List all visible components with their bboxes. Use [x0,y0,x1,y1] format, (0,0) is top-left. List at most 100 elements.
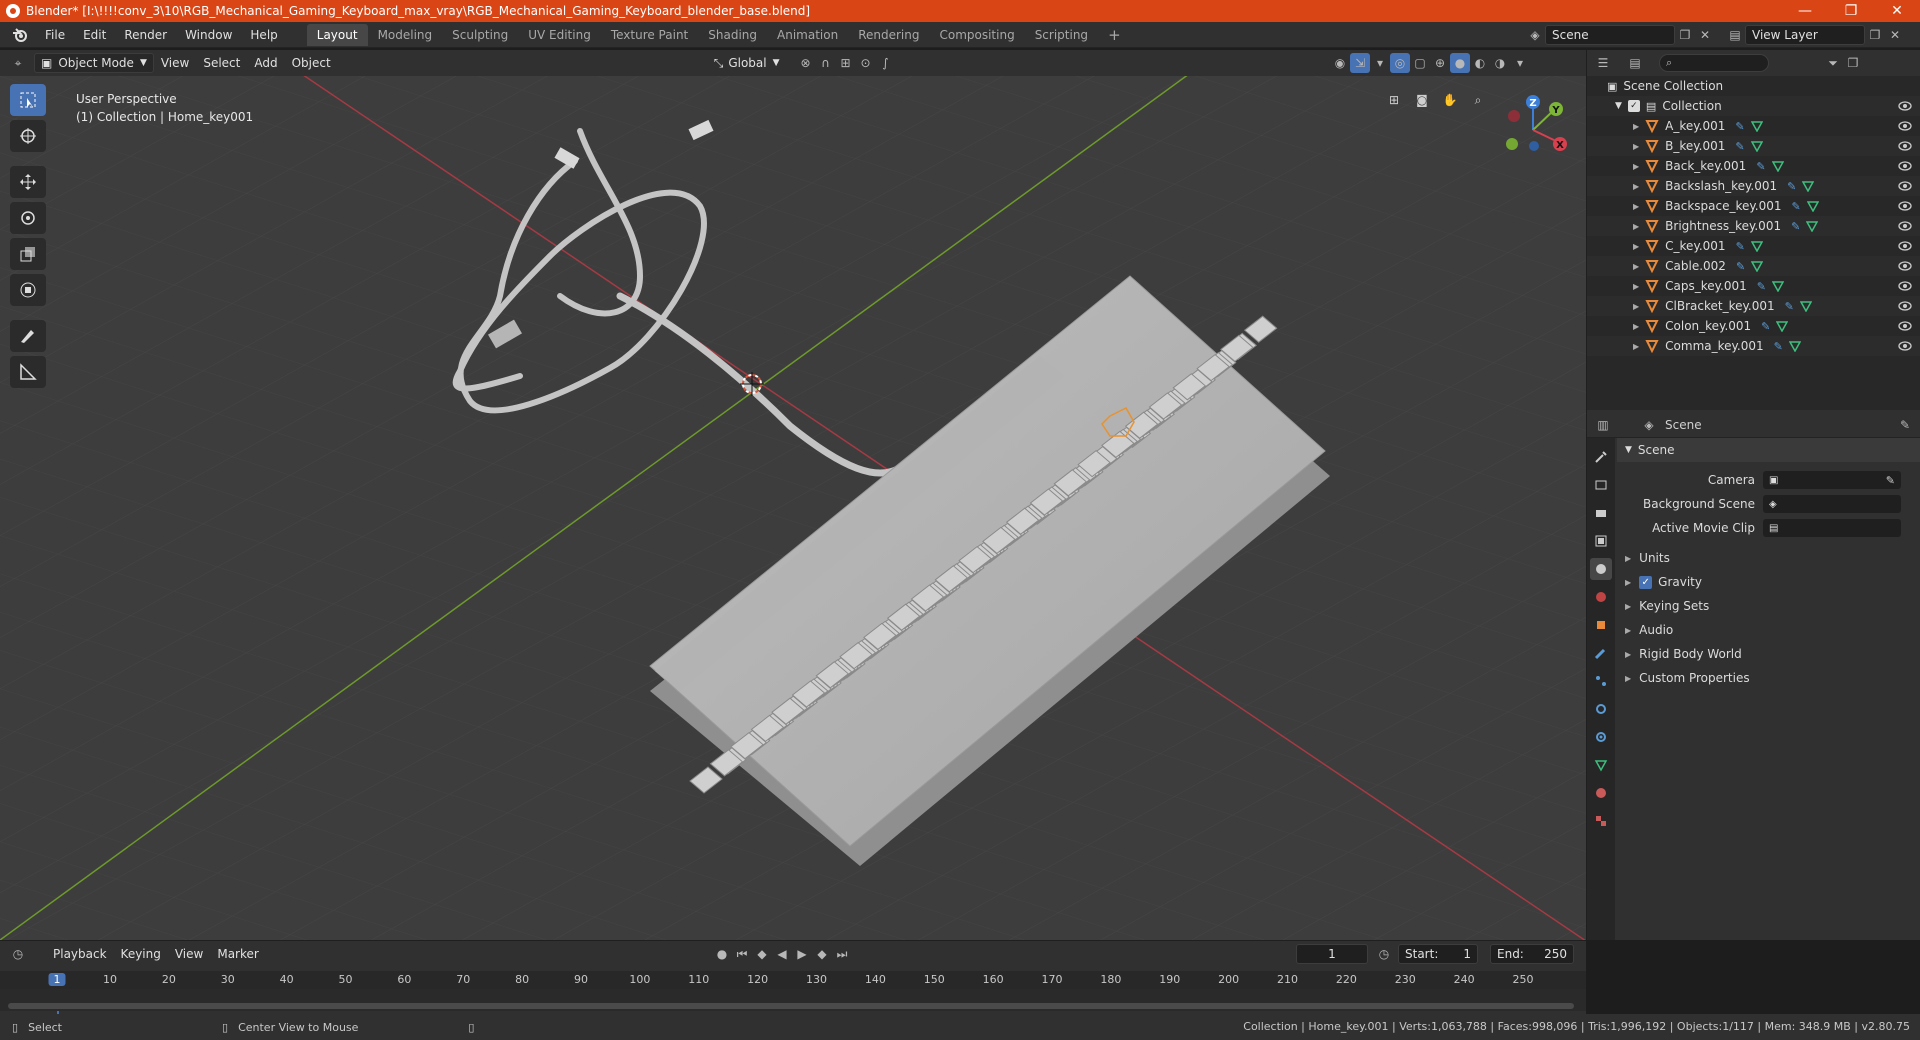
outliner-item[interactable]: ▶ Brightness_key.001 ✎ [1587,216,1920,236]
playback-menu[interactable]: Playback [46,947,114,961]
transform-orientation-dropdown[interactable]: ⤡ Global ▼ [708,53,786,73]
expand-arrow-icon[interactable]: ▶ [1633,222,1639,231]
timeline-ruler[interactable]: 1 10 20 30 40 50 60 70 80 90 100 110 120 130 140 150 160… [0,971,1586,1015]
menu-window[interactable]: Window [176,24,241,46]
modifier-wrench-icon[interactable]: ✎ [1761,320,1770,333]
outliner-search-input[interactable]: ⌕ [1659,54,1769,72]
move-tool[interactable] [10,166,46,198]
outliner-item[interactable]: ▶ Backspace_key.001 ✎ [1587,196,1920,216]
next-keyframe-icon[interactable]: ◆ [812,944,832,964]
checkbox-icon[interactable]: ✓ [1627,100,1640,112]
menu-render[interactable]: Render [115,24,176,46]
editor-type-icon[interactable]: ⌖ [8,53,28,73]
mesh-data-icon[interactable] [1776,320,1789,332]
scene-icon[interactable]: ◈ [1525,25,1545,45]
display-mode-icon[interactable]: ▤ [1625,53,1645,73]
mesh-data-icon[interactable] [1799,300,1812,312]
view-layer-tab-icon[interactable] [1590,530,1612,552]
minimize-button[interactable]: — [1782,0,1828,22]
texture-tab-icon[interactable] [1590,810,1612,832]
transform-tool[interactable] [10,274,46,306]
modifier-wrench-icon[interactable]: ✎ [1774,340,1783,353]
marker-menu[interactable]: Marker [210,947,265,961]
expand-arrow-icon[interactable]: ▶ [1633,142,1639,151]
select-box-tool[interactable] [10,84,46,116]
view-menu[interactable]: View [168,947,210,961]
menu-object[interactable]: Object [285,56,338,70]
visibility-eye-icon[interactable] [1898,319,1912,333]
visibility-eye-icon[interactable] [1898,139,1912,153]
visibility-eye-icon[interactable] [1898,119,1912,133]
tab-rendering[interactable]: Rendering [848,24,929,46]
outliner-item[interactable]: ▶ A_key.001 ✎ [1587,116,1920,136]
rendered-shading-icon[interactable]: ◑ [1490,53,1510,73]
play-icon[interactable]: ▶ [792,944,812,964]
visibility-eye-icon[interactable] [1898,339,1912,353]
expand-arrow-icon[interactable]: ▶ [1633,262,1639,271]
modifier-wrench-icon[interactable]: ✎ [1757,280,1766,293]
property-subsection[interactable]: ▶ Rigid Body World [1617,642,1920,666]
world-tab-icon[interactable] [1590,586,1612,608]
outliner-item[interactable]: ▶ ClBracket_key.001 ✎ [1587,296,1920,316]
cursor-tool[interactable] [10,120,46,152]
properties-editor-icon[interactable]: ▥ [1593,415,1613,435]
menu-help[interactable]: Help [241,24,286,46]
particles-tab-icon[interactable] [1590,670,1612,692]
record-icon[interactable]: ● [712,944,732,964]
3d-viewport[interactable]: User Perspective (1) Collection | Home_k… [0,76,1586,940]
modifier-tab-icon[interactable] [1590,642,1612,664]
menu-view[interactable]: View [154,56,196,70]
timeline-editor-icon[interactable]: ◷ [8,944,28,964]
start-frame-field[interactable]: Start: 1 [1398,944,1478,964]
tab-compositing[interactable]: Compositing [929,24,1024,46]
visibility-eye-icon[interactable] [1898,279,1912,293]
pivot-icon[interactable]: ⊗ [796,53,816,73]
play-reverse-icon[interactable]: ◀ [772,944,792,964]
visibility-eye-icon[interactable] [1898,99,1912,113]
expand-arrow-icon[interactable]: ▶ [1633,302,1639,311]
navigation-gizmo[interactable]: Z Y X [1488,90,1578,170]
expand-arrow-icon[interactable]: ▶ [1633,202,1639,211]
checkbox-icon[interactable]: ✓ [1639,575,1653,589]
end-frame-field[interactable]: End: 250 [1490,944,1574,964]
eyedropper-icon[interactable]: ✎ [1886,474,1895,487]
menu-edit[interactable]: Edit [74,24,115,46]
mesh-data-icon[interactable] [1750,140,1763,152]
scene-panel-header[interactable]: ▼ Scene [1617,438,1920,462]
mesh-data-icon[interactable] [1806,220,1819,232]
visibility-eye-icon[interactable] [1898,299,1912,313]
new-view-layer-icon[interactable]: ❐ [1865,25,1885,45]
property-subsection[interactable]: ▶ Keying Sets [1617,594,1920,618]
output-tab-icon[interactable] [1590,502,1612,524]
solid-shading-icon[interactable]: ● [1450,53,1470,73]
add-workspace-icon[interactable]: + [1098,24,1131,46]
property-subsection[interactable]: ▶ Units [1617,546,1920,570]
collapse-arrow-icon[interactable]: ▼ [1615,101,1622,111]
expand-arrow-icon[interactable]: ▶ [1633,342,1639,351]
mesh-data-icon[interactable] [1802,180,1815,192]
visibility-icon[interactable]: ◉ [1330,53,1350,73]
keying-menu[interactable]: Keying [114,947,168,961]
outliner-item[interactable]: ▶ Cable.002 ✎ [1587,256,1920,276]
background-scene-field[interactable]: ◈ [1763,495,1901,513]
mesh-data-icon[interactable] [1750,120,1763,132]
rotate-tool[interactable] [10,202,46,234]
menu-select[interactable]: Select [196,56,247,70]
expand-arrow-icon[interactable]: ▶ [1633,242,1639,251]
modifier-wrench-icon[interactable]: ✎ [1785,300,1794,313]
proportional-edit-icon[interactable]: ⊙ [856,53,876,73]
render-tab-icon[interactable] [1590,474,1612,496]
expand-arrow-icon[interactable]: ▶ [1633,322,1639,331]
tab-uv-editing[interactable]: UV Editing [518,24,601,46]
delete-view-layer-icon[interactable]: ✕ [1885,25,1905,45]
pan-hand-icon[interactable]: ✋ [1436,86,1464,114]
modifier-wrench-icon[interactable]: ✎ [1735,140,1744,153]
modifier-wrench-icon[interactable]: ✎ [1736,240,1745,253]
current-frame-field[interactable]: 1 [1296,944,1368,964]
outliner-item[interactable]: ▶ Colon_key.001 ✎ [1587,316,1920,336]
physics-tab-icon[interactable] [1590,698,1612,720]
scene-tab-icon[interactable] [1590,558,1612,580]
mesh-data-icon[interactable] [1751,260,1764,272]
modifier-wrench-icon[interactable]: ✎ [1792,200,1801,213]
data-tab-icon[interactable] [1590,754,1612,776]
